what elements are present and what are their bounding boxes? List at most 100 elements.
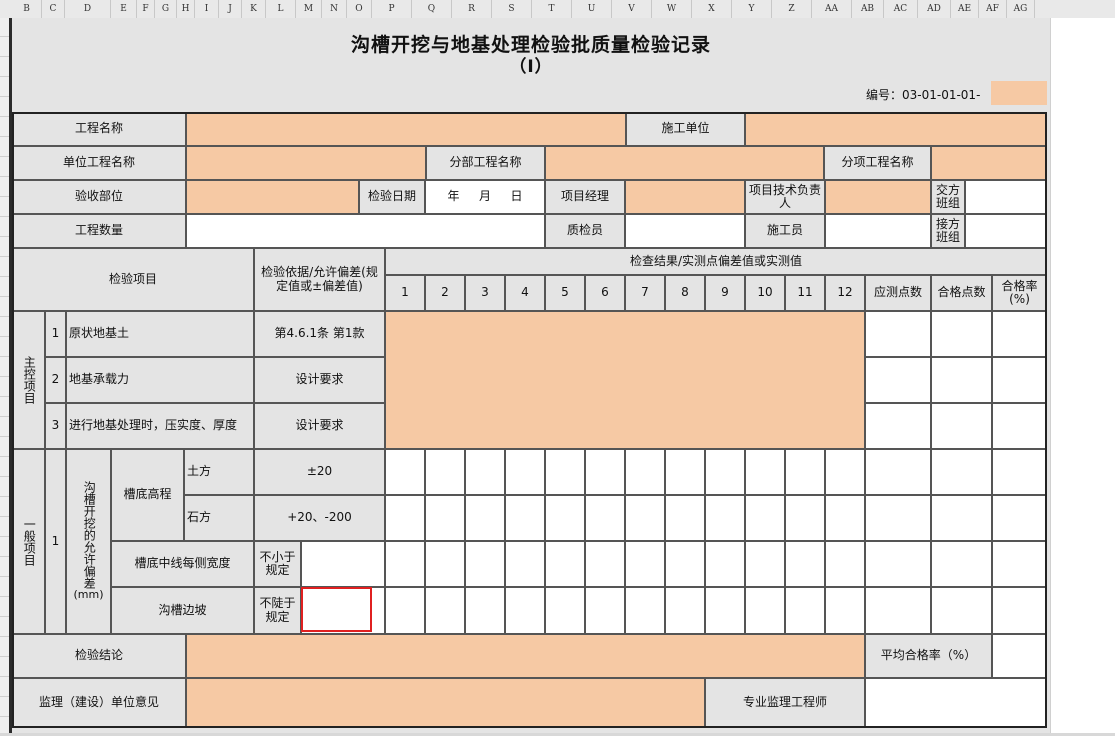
general-row-1-point-5[interactable] (545, 449, 585, 495)
general-row-2-pass-rate[interactable] (992, 495, 1047, 541)
general-row-2-point-5[interactable] (545, 495, 585, 541)
column-header-w[interactable]: W (652, 0, 692, 18)
main-row-1-qualified-points[interactable] (931, 311, 992, 357)
column-header-h[interactable]: H (177, 0, 195, 18)
column-header-ac[interactable]: AC (884, 0, 918, 18)
general-row-4-point-12[interactable] (825, 587, 865, 634)
input-quality-inspector[interactable] (625, 214, 745, 248)
general-row-1-point-6[interactable] (585, 449, 625, 495)
column-header-v[interactable]: V (612, 0, 652, 18)
main-row-3-points-to-measure[interactable] (865, 403, 931, 449)
column-header-e[interactable]: E (111, 0, 137, 18)
general-row-2-point-8[interactable] (665, 495, 705, 541)
column-header-g[interactable]: G (155, 0, 177, 18)
general-row-2-point-3[interactable] (465, 495, 505, 541)
input-constructor[interactable] (825, 214, 931, 248)
main-row-1-points-to-measure[interactable] (865, 311, 931, 357)
column-header-d[interactable]: D (65, 0, 111, 18)
general-row-4-points-to-measure[interactable] (865, 587, 931, 634)
main-row-1-pass-rate[interactable] (992, 311, 1047, 357)
general-row-1-point-2[interactable] (425, 449, 465, 495)
general-row-2-point-7[interactable] (625, 495, 665, 541)
general-row-2-point-1[interactable] (385, 495, 425, 541)
input-project-manager[interactable] (625, 180, 745, 214)
general-row-3-point-4[interactable] (505, 541, 545, 587)
input-division-project-name[interactable] (545, 146, 824, 180)
input-avg-pass-rate[interactable] (992, 634, 1047, 678)
column-header-u[interactable]: U (572, 0, 612, 18)
column-header-c[interactable]: C (42, 0, 65, 18)
general-row-3-point-10[interactable] (745, 541, 785, 587)
general-row-2-point-4[interactable] (505, 495, 545, 541)
input-acceptance-part[interactable] (186, 180, 359, 214)
general-row-2-point-9[interactable] (705, 495, 745, 541)
column-header-l[interactable]: L (266, 0, 296, 18)
general-row-2-point-12[interactable] (825, 495, 865, 541)
input-handover-team[interactable] (965, 180, 1047, 214)
general-row-4-point-7[interactable] (625, 587, 665, 634)
general-row-4-qualified-points[interactable] (931, 587, 992, 634)
input-project-name[interactable] (186, 112, 626, 146)
general-row-1-point-3[interactable] (465, 449, 505, 495)
general-row-4-point-2[interactable] (425, 587, 465, 634)
column-header-k[interactable]: K (242, 0, 266, 18)
general-row-4-pass-rate[interactable] (992, 587, 1047, 634)
input-supervisor-engineer[interactable] (865, 678, 1047, 728)
column-header-ae[interactable]: AE (951, 0, 979, 18)
general-row-4-point-8[interactable] (665, 587, 705, 634)
column-header-z[interactable]: Z (772, 0, 812, 18)
general-row-1-point-11[interactable] (785, 449, 825, 495)
general-row-3-point-7[interactable] (625, 541, 665, 587)
column-header-i[interactable]: I (195, 0, 219, 18)
column-header-r[interactable]: R (452, 0, 492, 18)
general-row-3-point-1[interactable] (385, 541, 425, 587)
general-row-4-point-11[interactable] (785, 587, 825, 634)
column-header-q[interactable]: Q (412, 0, 452, 18)
main-row-3-pass-rate[interactable] (992, 403, 1047, 449)
main-row-3-qualified-points[interactable] (931, 403, 992, 449)
general-row-2-point-10[interactable] (745, 495, 785, 541)
general-row-4-point-3[interactable] (465, 587, 505, 634)
general-row-1-qualified-points[interactable] (931, 449, 992, 495)
general-row-2-point-6[interactable] (585, 495, 625, 541)
input-conclusion[interactable] (186, 634, 865, 678)
general-row-3-point-12[interactable] (825, 541, 865, 587)
general-row-3-point-11[interactable] (785, 541, 825, 587)
column-header-j[interactable]: J (219, 0, 242, 18)
general-row-1-point-4[interactable] (505, 449, 545, 495)
general-row-4-point-4[interactable] (505, 587, 545, 634)
column-header-ab[interactable]: AB (852, 0, 884, 18)
general-row-2-point-11[interactable] (785, 495, 825, 541)
general-row-1-point-12[interactable] (825, 449, 865, 495)
general-row-1-point-8[interactable] (665, 449, 705, 495)
general-row-2-qualified-points[interactable] (931, 495, 992, 541)
general-row-4-point-5[interactable] (545, 587, 585, 634)
general-row-2-points-to-measure[interactable] (865, 495, 931, 541)
general-row-1-point-1[interactable] (385, 449, 425, 495)
general-row-3-point-2[interactable] (425, 541, 465, 587)
general-row-3-point-6[interactable] (585, 541, 625, 587)
general-row-1-points-to-measure[interactable] (865, 449, 931, 495)
general-row-1-pass-rate[interactable] (992, 449, 1047, 495)
column-header-o[interactable]: O (347, 0, 372, 18)
general-row-4-point-1[interactable] (385, 587, 425, 634)
column-header-b[interactable]: B (12, 0, 42, 18)
main-row-2-points-to-measure[interactable] (865, 357, 931, 403)
column-header-s[interactable]: S (492, 0, 532, 18)
code-input-cell[interactable] (991, 81, 1047, 105)
general-row-3-point-8[interactable] (665, 541, 705, 587)
general-row-4-point-6[interactable] (585, 587, 625, 634)
input-technical-lead[interactable] (825, 180, 931, 214)
input-work-quantity[interactable] (186, 214, 545, 248)
general-row-3-pass-rate[interactable] (992, 541, 1047, 587)
selected-cell[interactable] (301, 587, 372, 632)
input-unit-project-name[interactable] (186, 146, 426, 180)
column-header-p[interactable]: P (372, 0, 412, 18)
column-header-aa[interactable]: AA (812, 0, 852, 18)
column-header-ag[interactable]: AG (1007, 0, 1035, 18)
general-row-1-point-7[interactable] (625, 449, 665, 495)
column-header-af[interactable]: AF (979, 0, 1007, 18)
main-row-2-pass-rate[interactable] (992, 357, 1047, 403)
general-row-3-points-to-measure[interactable] (865, 541, 931, 587)
column-header-y[interactable]: Y (732, 0, 772, 18)
